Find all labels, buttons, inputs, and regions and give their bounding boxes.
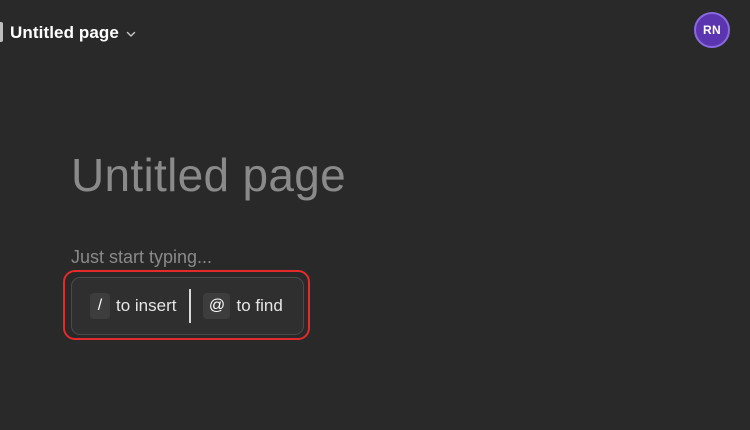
user-avatar[interactable]: RN	[694, 12, 730, 48]
avatar-initials: RN	[703, 23, 721, 37]
insert-hint-label: to insert	[116, 296, 177, 315]
find-hint: @ to find	[203, 293, 283, 319]
at-key-badge: @	[203, 293, 231, 319]
command-hint-box: / to insert @ to find	[71, 277, 304, 335]
app-window: Untitled page RN Untitled page Just star…	[0, 0, 750, 430]
page-title-input[interactable]: Untitled page	[71, 148, 346, 202]
hint-divider	[189, 289, 192, 323]
find-hint-label: to find	[236, 296, 283, 315]
chevron-down-icon	[126, 31, 136, 37]
page-body-editor[interactable]: Just start typing...	[71, 247, 212, 268]
insert-hint: / to insert	[90, 293, 176, 319]
page-selector-label: Untitled page	[10, 23, 119, 42]
sidebar-toggle-edge[interactable]	[0, 22, 3, 42]
slash-key-badge: /	[90, 293, 110, 319]
page-selector-dropdown[interactable]: Untitled page	[10, 19, 137, 47]
